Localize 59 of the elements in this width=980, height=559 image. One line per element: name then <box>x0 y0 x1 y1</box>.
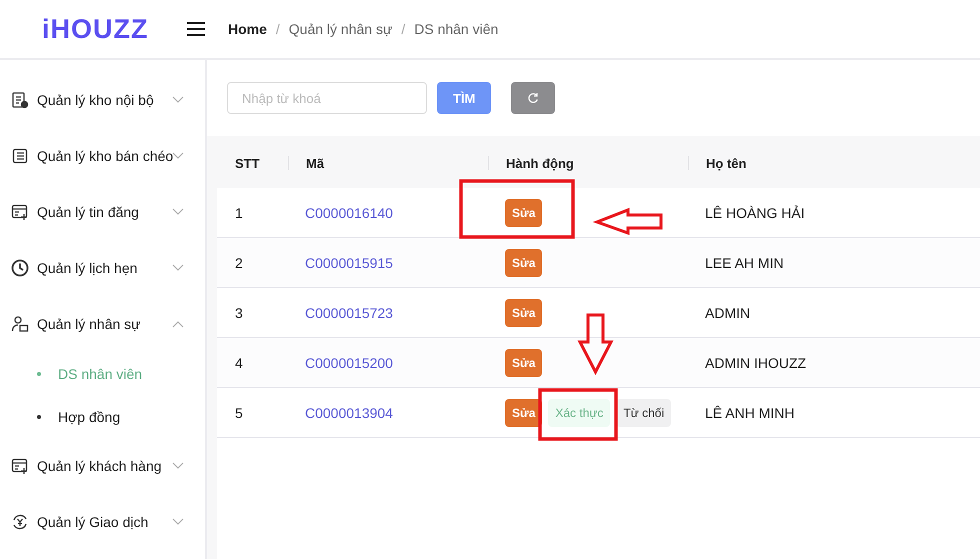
exchange-icon <box>11 513 29 531</box>
breadcrumb-separator: / <box>276 21 280 37</box>
sidebar-item[interactable]: Quản lý kho bán chéo <box>0 128 205 184</box>
breadcrumb-link[interactable]: Home <box>228 21 267 37</box>
sidebar-item[interactable]: Quản lý khách hàng <box>0 438 205 494</box>
document-icon <box>11 91 29 109</box>
chevron-down-icon <box>172 264 184 272</box>
clock-icon <box>11 259 29 277</box>
table-cell: LEE AH MIN <box>705 254 784 270</box>
edit-button[interactable]: Sửa <box>505 198 542 226</box>
breadcrumb-link[interactable]: Quản lý nhân sự <box>288 21 392 37</box>
code-link[interactable]: C0000015723 <box>305 304 393 320</box>
sidebar-item[interactable]: Quản lý nhân sự <box>0 296 205 352</box>
column-header: Hành động <box>506 156 574 170</box>
calendar-plus-icon <box>11 203 29 221</box>
code-link[interactable]: C0000015915 <box>305 254 393 270</box>
code-link[interactable]: C0000015200 <box>305 354 393 370</box>
chevron-down-icon <box>172 518 184 526</box>
person-icon <box>11 315 29 333</box>
sidebar-item[interactable]: Quản lý Giao dịch <box>0 494 205 550</box>
chevron-down-icon <box>172 208 184 216</box>
arrow-drawing <box>578 314 614 376</box>
column-header: Mã <box>306 156 324 170</box>
search-field[interactable]: Nhập từ khoá <box>227 82 427 114</box>
breadcrumb-separator: / <box>401 21 406 37</box>
sidebar-item[interactable]: Quản lý lịch hẹn <box>0 240 205 296</box>
table-cell: 2 <box>235 254 243 270</box>
table-cell: LÊ HOÀNG HẢI <box>705 204 805 220</box>
list-icon <box>11 147 29 165</box>
code-link[interactable]: C0000016140 <box>305 204 393 220</box>
table-cell: ADMIN <box>705 304 750 320</box>
column-header: STT <box>235 156 260 170</box>
table-cell: LÊ ANH MINH <box>705 404 794 420</box>
table-cell: ADMIN IHOUZZ <box>705 354 806 370</box>
table-cell: 4 <box>235 354 243 370</box>
table-cell: 5 <box>235 404 243 420</box>
chevron-down-icon <box>172 462 184 470</box>
column-header: Họ tên <box>706 156 746 170</box>
refresh-button[interactable] <box>511 82 556 114</box>
breadcrumb-link[interactable]: DS nhân viên <box>414 21 498 37</box>
menu-icon[interactable] <box>186 21 206 37</box>
logo: iHOUZZ <box>41 14 150 44</box>
table-cell: 3 <box>235 304 243 320</box>
submenu-item[interactable]: Hợp đồng <box>0 395 205 438</box>
chevron-down-icon <box>172 152 184 160</box>
reject-button[interactable]: Từ chối <box>616 398 672 426</box>
sidebar-item[interactable]: Quản lý kho nội bộ <box>0 72 205 128</box>
edit-button[interactable]: Sửa <box>505 298 542 326</box>
edit-button[interactable]: Sửa <box>505 248 542 276</box>
search-button[interactable]: TÌM <box>437 82 492 114</box>
code-link[interactable]: C0000013904 <box>305 404 393 420</box>
chevron-down-icon <box>172 96 184 104</box>
table-cell: 1 <box>235 204 243 220</box>
chevron-up-icon <box>172 320 184 328</box>
arrow-drawing <box>592 208 662 236</box>
calendar-plus-icon <box>11 457 29 475</box>
sidebar-item[interactable]: Quản lý tin đăng <box>0 184 205 240</box>
edit-button[interactable]: Sửa <box>505 348 542 376</box>
refresh-icon <box>527 92 540 104</box>
